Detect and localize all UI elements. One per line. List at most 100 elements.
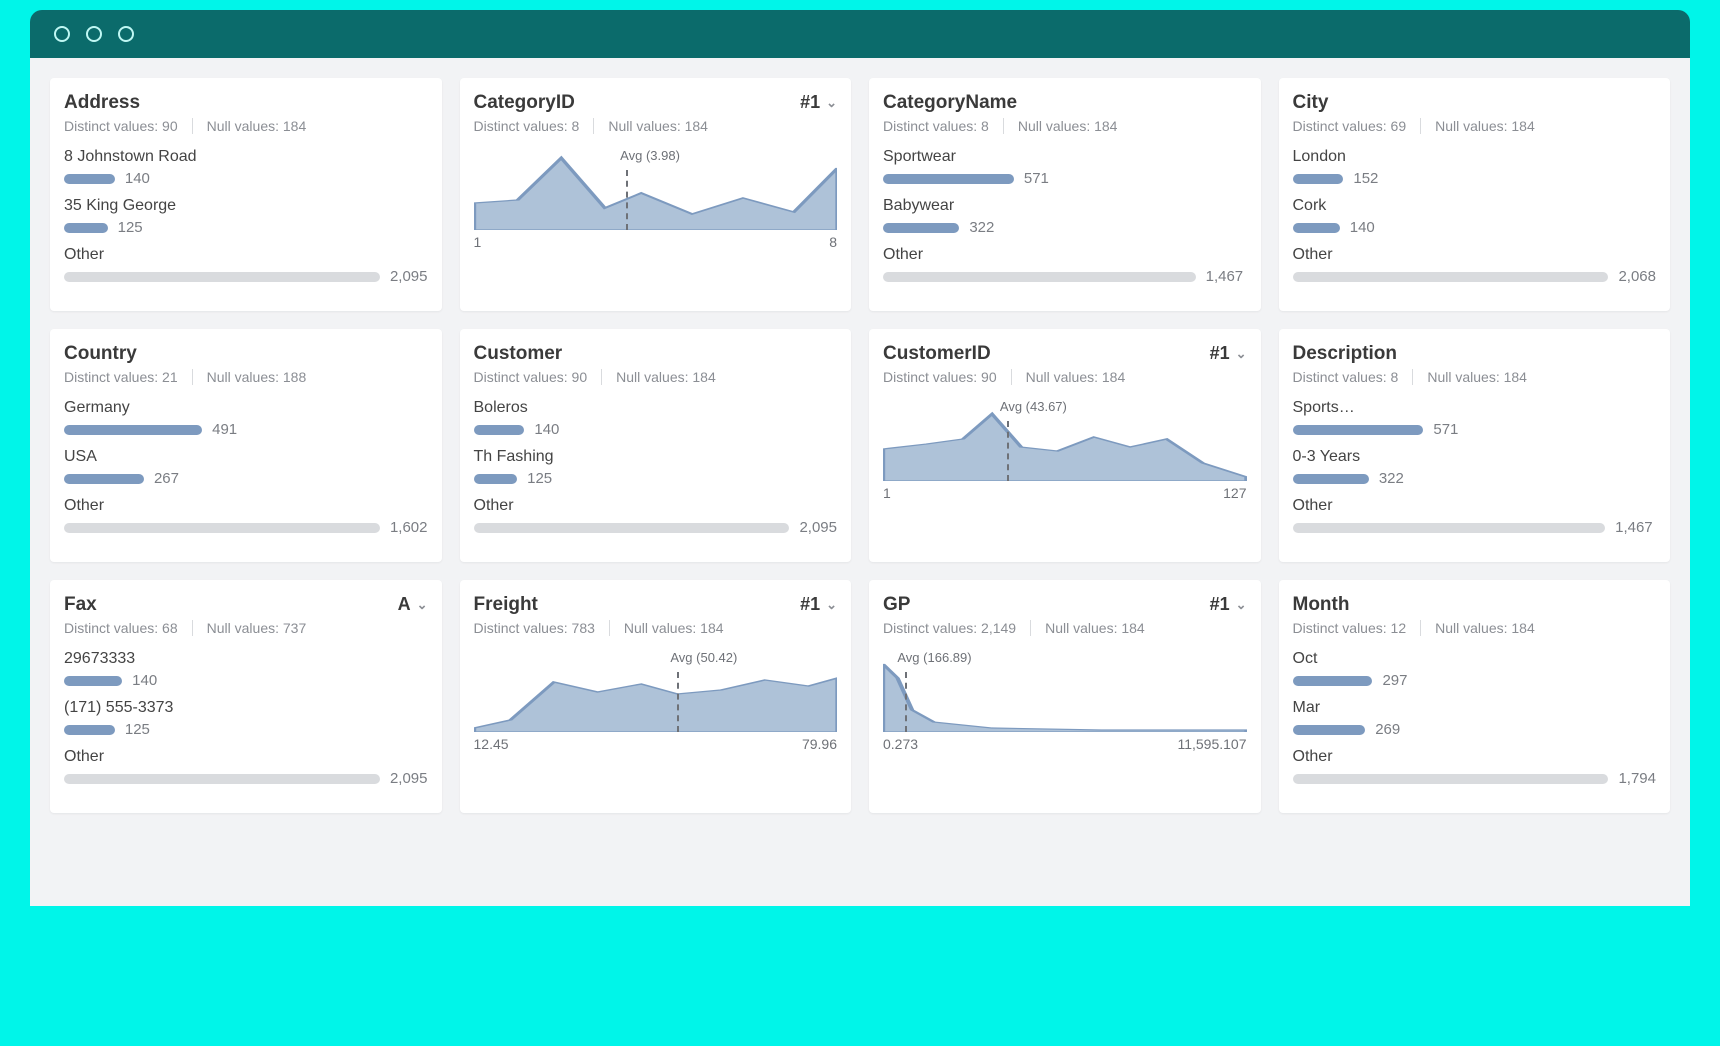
value-bar-line: 571: [1293, 421, 1657, 438]
axis-min: 1: [883, 485, 891, 501]
field-card-categoryId[interactable]: CategoryID #1⌄ Distinct values: 8 Null v…: [460, 78, 852, 311]
other-count: 2,095: [799, 519, 837, 536]
badge-text: #1: [800, 594, 820, 615]
badge-text: #1: [1210, 343, 1230, 364]
field-card-country[interactable]: Country Distinct values: 21 Null values:…: [50, 329, 442, 562]
window-control-dot[interactable]: [54, 26, 70, 42]
meta-separator: [1412, 369, 1413, 385]
value-bar: [883, 223, 959, 233]
card-header: Month: [1293, 594, 1657, 616]
rank-badge[interactable]: #1⌄: [1210, 594, 1247, 615]
other-label: Other: [64, 748, 428, 766]
field-card-customer[interactable]: Customer Distinct values: 90 Null values…: [460, 329, 852, 562]
value-count: 125: [125, 721, 150, 738]
null-values: Null values: 184: [207, 118, 307, 134]
meta-separator: [1420, 620, 1421, 636]
value-count: 140: [125, 170, 150, 187]
value-row: (171) 555-3373 125: [64, 699, 428, 738]
field-card-description[interactable]: Description Distinct values: 8 Null valu…: [1279, 329, 1671, 562]
field-card-city[interactable]: City Distinct values: 69 Null values: 18…: [1279, 78, 1671, 311]
card-header: Customer: [474, 343, 838, 365]
axis-max: 79.96: [802, 736, 837, 752]
rank-badge[interactable]: #1 ⌄: [800, 594, 837, 615]
field-card-categoryName[interactable]: CategoryName Distinct values: 8 Null val…: [869, 78, 1261, 311]
value-row: USA 267: [64, 448, 428, 487]
value-bar-line: 125: [64, 721, 428, 738]
value-bar: [64, 223, 108, 233]
card-body: Germany 491 USA 267 Other 1,602: [64, 399, 428, 546]
card-title: Freight: [474, 594, 538, 616]
value-bar-line: 297: [1293, 672, 1657, 689]
value-row: Mar 269: [1293, 699, 1657, 738]
value-count: 491: [212, 421, 237, 438]
value-bar-line: 1,794: [1293, 770, 1657, 787]
badge-text: #1: [1210, 594, 1230, 615]
value-label: London: [1293, 148, 1657, 166]
sparkline-svg: [474, 650, 838, 732]
other-label: Other: [64, 497, 428, 515]
null-values: Null values: 184: [608, 118, 708, 134]
axis-min: 1: [474, 234, 482, 250]
null-values: Null values: 188: [207, 369, 307, 385]
chart-axis: 0.273 11,595.107: [883, 736, 1247, 752]
field-card-freight[interactable]: Freight #1 ⌄ Distinct values: 783 Null va…: [460, 580, 852, 813]
window-control-dot[interactable]: [86, 26, 102, 42]
card-body: Avg (166.89) 0.273 11,595.107: [883, 650, 1247, 750]
field-card-gp[interactable]: GP #1⌄ Distinct values: 2,149 Null value…: [869, 580, 1261, 813]
field-card-customerId[interactable]: CustomerID #1⌄ Distinct values: 90 Null …: [869, 329, 1261, 562]
null-values: Null values: 184: [1026, 369, 1126, 385]
card-title: Fax: [64, 594, 97, 616]
value-label: Boleros: [474, 399, 838, 417]
card-meta: Distinct values: 2,149 Null values: 184: [883, 620, 1247, 636]
value-bar-line: 571: [883, 170, 1247, 187]
card-header: Description: [1293, 343, 1657, 365]
value-bar: [1293, 676, 1373, 686]
window-control-dot[interactable]: [118, 26, 134, 42]
card-title: Month: [1293, 594, 1350, 616]
chevron-down-icon: ⌄: [826, 597, 837, 613]
other-bar: [64, 272, 380, 282]
card-title: Description: [1293, 343, 1398, 365]
avg-marker-line: [677, 672, 679, 732]
field-card-address[interactable]: Address Distinct values: 90 Null values:…: [50, 78, 442, 311]
value-row: Sportwear 571: [883, 148, 1247, 187]
chart-axis: 1 127: [883, 485, 1247, 501]
rank-badge[interactable]: #1⌄: [1210, 343, 1247, 364]
other-count: 1,602: [390, 519, 428, 536]
value-bar: [1293, 223, 1340, 233]
value-bar-line: 140: [1293, 219, 1657, 236]
value-bar: [1293, 725, 1366, 735]
card-meta: Distinct values: 783 Null values: 184: [474, 620, 838, 636]
value-count: 267: [154, 470, 179, 487]
other-label: Other: [1293, 246, 1657, 264]
other-label: Other: [1293, 497, 1657, 515]
value-bar-line: 1,467: [883, 268, 1247, 285]
value-count: 125: [118, 219, 143, 236]
card-header: Fax A⌄: [64, 594, 428, 616]
value-row: Boleros 140: [474, 399, 838, 438]
distinct-values: Distinct values: 8: [474, 118, 580, 134]
null-values: Null values: 184: [1018, 118, 1118, 134]
rank-badge[interactable]: #1⌄: [800, 92, 837, 113]
value-bar-line: 1,467: [1293, 519, 1657, 536]
value-count: 140: [132, 672, 157, 689]
avg-marker-line: [905, 672, 907, 732]
value-row: Cork 140: [1293, 197, 1657, 236]
value-bar: [883, 174, 1014, 184]
value-bar-line: 267: [64, 470, 428, 487]
other-bar: [64, 523, 380, 533]
card-meta: Distinct values: 12 Null values: 184: [1293, 620, 1657, 636]
distinct-values: Distinct values: 2,149: [883, 620, 1016, 636]
field-card-month[interactable]: Month Distinct values: 12 Null values: 1…: [1279, 580, 1671, 813]
type-indicator[interactable]: A⌄: [398, 594, 428, 615]
value-bar-line: 2,095: [64, 770, 428, 787]
field-card-fax[interactable]: Fax A⌄ Distinct values: 68 Null values: …: [50, 580, 442, 813]
value-bar-line: 491: [64, 421, 428, 438]
other-row: Other 2,068: [1293, 246, 1657, 285]
card-title: City: [1293, 92, 1329, 114]
null-values: Null values: 184: [1045, 620, 1145, 636]
null-values: Null values: 737: [207, 620, 307, 636]
value-count: 571: [1024, 170, 1049, 187]
other-row: Other 1,467: [883, 246, 1247, 285]
value-bar-line: 322: [1293, 470, 1657, 487]
